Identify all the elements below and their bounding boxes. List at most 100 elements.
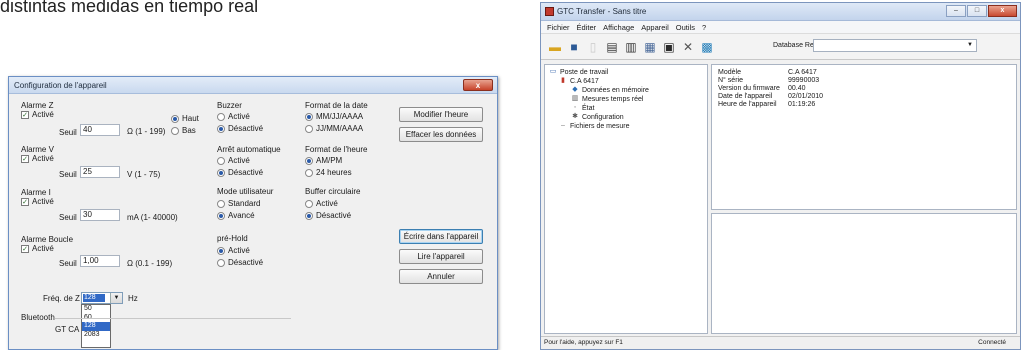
user-mode-advanced-radio[interactable]: Avancé	[217, 211, 255, 220]
chevron-down-icon[interactable]: ▼	[964, 40, 976, 51]
tree-root[interactable]: ▭ Poste de travail	[549, 68, 609, 76]
menu-outils[interactable]: Outils	[676, 21, 695, 33]
menu-help[interactable]: ?	[702, 21, 706, 33]
alarm-z-checkbox[interactable]: ✓ Activé	[21, 110, 54, 119]
auto-stop-title: Arrêt automatique	[217, 145, 281, 154]
auto-stop-inactive-radio[interactable]: Désactivé	[217, 168, 263, 177]
alarm-z-haut-radio[interactable]: Haut	[171, 114, 199, 123]
buzzer-inactive-radio[interactable]: Désactivé	[217, 124, 263, 133]
radio-icon	[171, 126, 179, 135]
alarm-v-title: Alarme V	[21, 145, 54, 154]
tree-records[interactable]: – Fichiers de mesure	[559, 122, 629, 130]
check-icon: ✓	[21, 244, 29, 253]
menu-editer[interactable]: Éditer	[577, 21, 597, 33]
circular-buffer-active-radio[interactable]: Activé	[305, 199, 338, 208]
alarm-i-seuil-label: Seuil	[59, 213, 77, 222]
alarm-v-seuil-input[interactable]: 25	[80, 166, 120, 178]
info-row: N° série 99990003	[718, 77, 820, 84]
alarm-v-seuil-label: Seuil	[59, 170, 77, 179]
menubar: Fichier Éditer Affichage Appareil Outils…	[541, 21, 1020, 34]
close-button[interactable]: x	[988, 5, 1017, 17]
tree-item-realtime[interactable]: ▥ Mesures temps réel	[571, 95, 644, 103]
radio-icon	[217, 258, 225, 267]
read-device-button[interactable]: Lire l'appareil	[399, 249, 483, 264]
save-icon[interactable]: ■	[566, 39, 582, 55]
tree-item-memory[interactable]: ◆ Données en mémoire	[571, 86, 649, 94]
print-icon[interactable]: ▤	[604, 39, 620, 55]
print-preview-icon[interactable]: ▥	[623, 39, 639, 55]
minimize-button[interactable]: –	[946, 5, 966, 17]
preheld-inactive-radio[interactable]: Désactivé	[217, 258, 263, 267]
alarm-i-checkbox[interactable]: ✓ Activé	[21, 197, 54, 206]
alarm-i-title: Alarme I	[21, 188, 51, 197]
freq-option[interactable]: 50	[82, 305, 110, 314]
menu-affichage[interactable]: Affichage	[603, 21, 634, 33]
status-connection: Connecté	[978, 339, 1006, 346]
freq-option-selected[interactable]: 128	[82, 322, 110, 331]
log-pane	[711, 213, 1017, 334]
date-format-mmjj-radio[interactable]: MM/JJ/AAAA	[305, 112, 363, 121]
preheld-title: pré-Hold	[217, 234, 248, 243]
menu-appareil[interactable]: Appareil	[641, 21, 669, 33]
user-mode-title: Mode utilisateur	[217, 187, 274, 196]
freq-select[interactable]: 128 ▼	[81, 292, 123, 304]
tree-device[interactable]: ▮ C.A 6417	[559, 77, 599, 85]
database-select[interactable]: ▼	[813, 39, 977, 52]
dialog-close-button[interactable]: x	[463, 79, 493, 91]
cancel-button[interactable]: Annuler	[399, 269, 483, 284]
alarm-v-checkbox[interactable]: ✓ Activé	[21, 154, 54, 163]
info-row: Version du firmware 00.40	[718, 85, 806, 92]
alarm-i-seuil-input[interactable]: 30	[80, 209, 120, 221]
radio-selected-icon	[217, 211, 225, 220]
tools-icon[interactable]: ✕	[680, 39, 696, 55]
status-help-text: Pour l'aide, appuyez sur F1	[544, 339, 623, 346]
open-folder-icon[interactable]: ▬	[547, 39, 563, 55]
alarm-z-bas-radio[interactable]: Bas	[171, 126, 196, 135]
radio-icon	[217, 199, 225, 208]
alarm-i-range: mA (1- 40000)	[127, 213, 178, 222]
date-format-title: Format de la date	[305, 101, 368, 110]
alarm-z-range: Ω (1 - 199)	[127, 127, 166, 136]
bluetooth-device-name: GT CA	[55, 325, 80, 334]
radio-selected-icon	[305, 112, 313, 121]
gear-icon: ✱	[572, 113, 578, 120]
radio-icon	[305, 124, 313, 133]
user-mode-standard-radio[interactable]: Standard	[217, 199, 260, 208]
preheld-active-radio[interactable]: Activé	[217, 246, 250, 255]
monitor-icon[interactable]: ▩	[699, 39, 715, 55]
bluetooth-label: Bluetooth	[21, 313, 55, 322]
alarm-z-title: Alarme Z	[21, 101, 54, 110]
alarm-z-seuil-label: Seuil	[59, 128, 77, 137]
radio-icon	[217, 112, 225, 121]
configuration-dialog: Configuration de l'appareil x Alarme Z ✓…	[8, 76, 498, 350]
toolbar: ▬ ■ ▯ ▤ ▥ ▦ ▣ ✕ ▩ Database Report ▼	[541, 34, 1020, 60]
circular-buffer-inactive-radio[interactable]: Désactivé	[305, 211, 351, 220]
auto-stop-active-radio[interactable]: Activé	[217, 156, 250, 165]
write-device-button[interactable]: Écrire dans l'appareil	[399, 229, 483, 244]
memory-icon: ◆	[572, 86, 578, 93]
freq-label: Fréq. de Z	[43, 294, 80, 303]
erase-data-button[interactable]: Effacer les données	[399, 127, 483, 142]
buzzer-active-radio[interactable]: Activé	[217, 112, 250, 121]
freq-option[interactable]: 2083	[82, 331, 110, 340]
info-row: Date de l'appareil 02/01/2010	[718, 93, 824, 100]
blank-page-icon[interactable]: ▯	[585, 39, 601, 55]
app-title: GTC Transfer - Sans titre	[557, 7, 647, 16]
device-icon[interactable]: ▦	[642, 39, 658, 55]
maximize-button[interactable]: □	[967, 5, 987, 17]
modify-time-button[interactable]: Modifier l'heure	[399, 107, 483, 122]
chevron-down-icon[interactable]: ▼	[110, 293, 122, 303]
date-format-jjmm-radio[interactable]: JJ/MM/AAAA	[305, 124, 363, 133]
menu-fichier[interactable]: Fichier	[547, 21, 570, 33]
check-icon: ✓	[21, 154, 29, 163]
alarm-boucle-seuil-input[interactable]: 1,00	[80, 255, 120, 267]
tree-item-configuration[interactable]: ✱ Configuration	[571, 113, 624, 121]
info-row: Heure de l'appareil 01:19:26	[718, 101, 816, 108]
time-format-24h-radio[interactable]: 24 heures	[305, 168, 352, 177]
tree-item-state[interactable]: ◦ État	[571, 104, 595, 112]
connect-icon[interactable]: ▣	[661, 39, 677, 55]
alarm-z-seuil-input[interactable]: 40	[80, 124, 120, 136]
alarm-boucle-checkbox[interactable]: ✓ Activé	[21, 244, 54, 253]
chart-icon: ▥	[571, 95, 579, 102]
time-format-ampm-radio[interactable]: AM/PM	[305, 156, 342, 165]
